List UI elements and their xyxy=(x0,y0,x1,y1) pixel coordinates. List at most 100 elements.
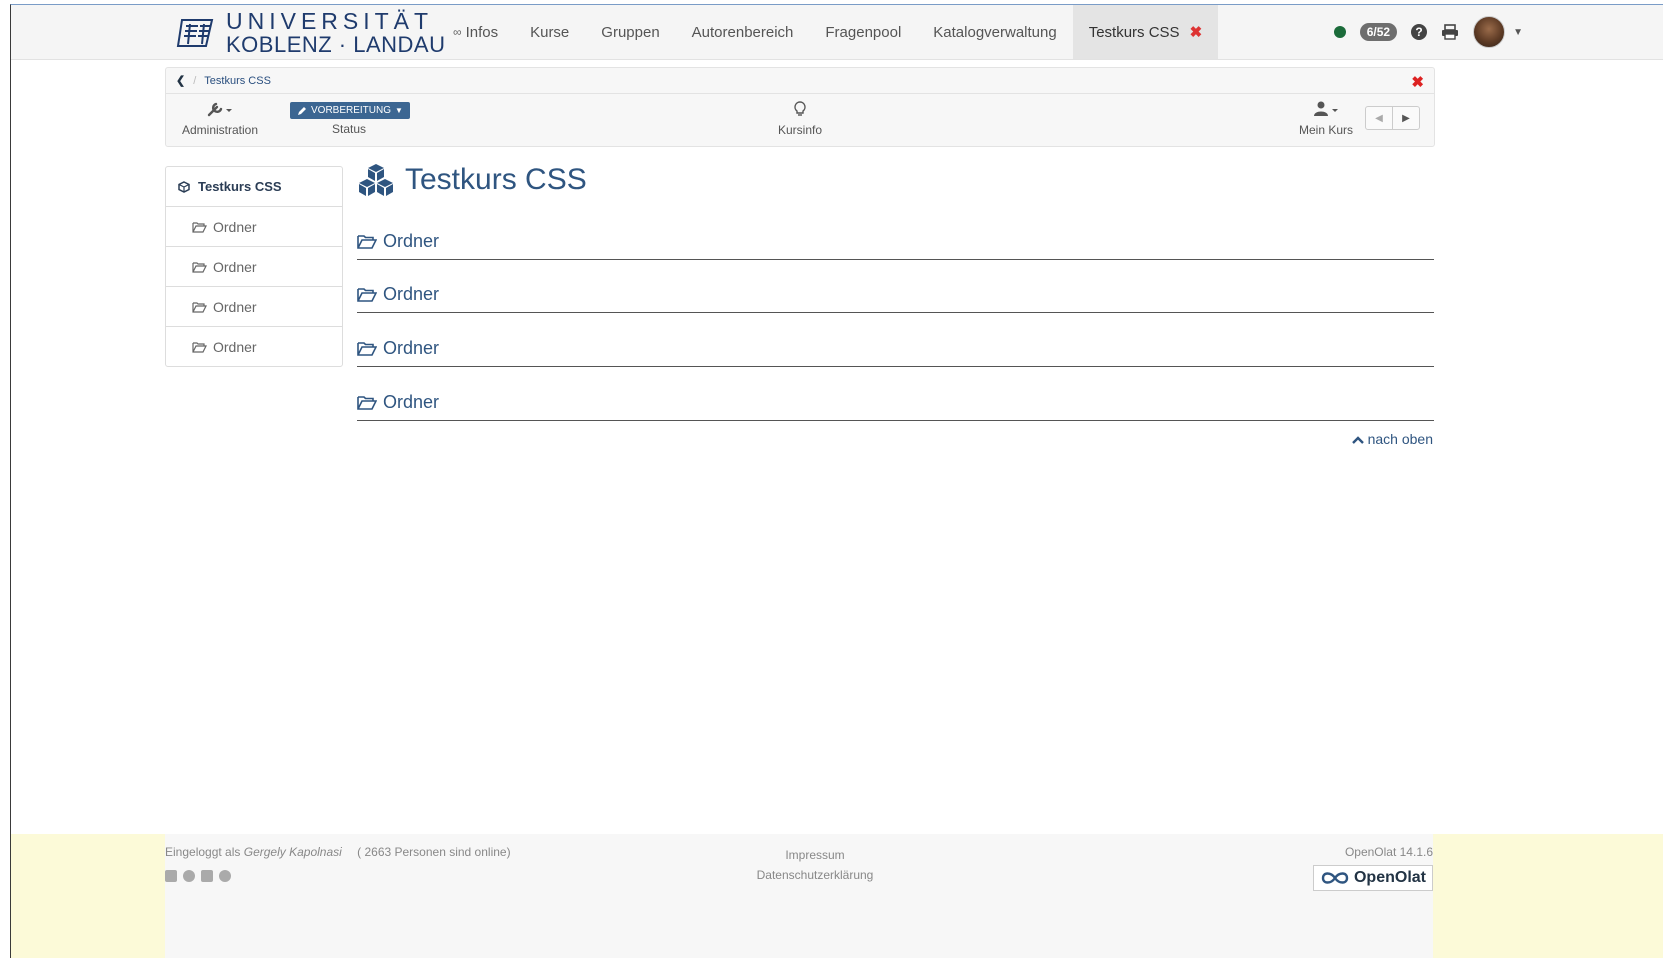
sidebar-item-label: Ordner xyxy=(213,218,257,235)
course-menu-sidebar: Testkurs CSS Ordner Ordner Ordner Ordner xyxy=(165,166,343,367)
next-arrow-icon[interactable]: ▶ xyxy=(1393,107,1419,129)
back-icon[interactable]: ❮ xyxy=(176,74,185,87)
nav-item-label: Gruppen xyxy=(601,23,660,41)
tab-testkurs-css[interactable]: Testkurs CSS ✖ xyxy=(1072,5,1219,59)
folder-link[interactable]: Ordner xyxy=(357,338,1434,367)
print-icon[interactable] xyxy=(1441,24,1459,40)
logo-line-1: UNIVERSITÄT xyxy=(226,8,434,34)
nav-item-label: Infos xyxy=(465,23,499,41)
status-button[interactable]: VORBEREITUNG ▼ xyxy=(290,102,410,119)
share-icon[interactable] xyxy=(165,870,177,882)
online-count[interactable]: ( 2663 Personen sind online) xyxy=(357,845,510,859)
sidebar-title: Testkurs CSS xyxy=(198,179,282,194)
folder-open-icon xyxy=(357,396,377,410)
logged-in-prefix: Eingeloggt als xyxy=(165,845,241,859)
breadcrumb-item[interactable]: Testkurs CSS xyxy=(204,75,271,87)
folder-label: Ordner xyxy=(383,284,440,304)
sidebar-item-label: Ordner xyxy=(213,258,257,275)
breadcrumb: ❮ / Testkurs CSS ✖ xyxy=(166,68,1434,94)
sidebar-item-ordner[interactable]: Ordner xyxy=(166,327,342,366)
nav-item-label: Autorenbereich xyxy=(691,23,794,41)
login-info: Eingeloggt als Gergely Kapolnasi ( 2663 … xyxy=(165,845,511,859)
browser-frame: UNIVERSITÄT KOBLENZ · LANDAU ∞ Infos Kur… xyxy=(10,4,1663,958)
folder-open-icon xyxy=(192,341,207,353)
footer-content: Eingeloggt als Gergely Kapolnasi ( 2663 … xyxy=(165,834,1433,958)
main-nav: ∞ Infos Kurse Gruppen Autorenbereich Fra… xyxy=(443,5,1219,59)
openolat-logo[interactable]: OpenOlat xyxy=(1312,865,1433,891)
link-icon[interactable] xyxy=(183,870,195,882)
footer: Eingeloggt als Gergely Kapolnasi ( 2663 … xyxy=(11,834,1663,958)
cubes-icon xyxy=(359,164,393,196)
logged-in-user: Gergely Kapolnasi xyxy=(243,845,342,859)
chevron-down-icon: ▼ xyxy=(1513,26,1523,38)
sidebar-item-ordner[interactable]: Ordner xyxy=(166,287,342,327)
footer-brand: OpenOlat 14.1.6 OpenOlat xyxy=(1312,845,1433,891)
folder-open-icon xyxy=(192,261,207,273)
folder-open-icon xyxy=(357,235,377,249)
sidebar-course-root[interactable]: Testkurs CSS xyxy=(166,167,342,207)
university-logo-icon xyxy=(176,19,214,47)
nav-item-autorenbereich[interactable]: Autorenbereich xyxy=(676,5,810,59)
avatar xyxy=(1473,16,1506,48)
user-menu[interactable]: ▼ xyxy=(1473,16,1523,48)
close-course-icon[interactable]: ✖ xyxy=(1411,73,1424,91)
privacy-link[interactable]: Datenschutzerklärung xyxy=(725,865,905,885)
folder-label: Ordner xyxy=(383,231,440,251)
status-menu[interactable]: VORBEREITUNG ▼ Status xyxy=(290,102,410,136)
footer-links: Impressum Datenschutzerklärung xyxy=(725,845,905,885)
status-label: Status xyxy=(331,122,367,136)
folder-link[interactable]: Ordner xyxy=(357,284,1434,313)
back-to-top-label: nach oben xyxy=(1367,431,1433,447)
version-text: OpenOlat 14.1.6 xyxy=(1344,845,1433,859)
mein-kurs-menu[interactable]: Mein Kurs xyxy=(1290,101,1362,137)
kursinfo-button[interactable]: Kursinfo xyxy=(758,101,842,137)
folder-link[interactable]: Ordner xyxy=(357,392,1434,421)
university-logo[interactable]: UNIVERSITÄT KOBLENZ · LANDAU xyxy=(176,8,446,56)
qr-code-icon[interactable] xyxy=(201,870,213,882)
folder-open-icon xyxy=(192,221,207,233)
infinity-logo-icon xyxy=(1321,872,1349,884)
sidebar-item-ordner[interactable]: Ordner xyxy=(166,207,342,247)
mein-kurs-label: Mein Kurs xyxy=(1298,123,1354,137)
folder-open-icon xyxy=(357,288,377,302)
nav-item-katalogverwaltung[interactable]: Katalogverwaltung xyxy=(917,5,1072,59)
pencil-icon xyxy=(298,106,306,115)
nav-item-label: Katalogverwaltung xyxy=(933,23,1057,41)
chevron-up-icon xyxy=(1351,435,1364,444)
settings-icon[interactable] xyxy=(219,870,231,882)
nav-item-infos[interactable]: ∞ Infos xyxy=(443,5,514,59)
wrench-icon xyxy=(207,102,232,117)
course-toolbar: ❮ / Testkurs CSS ✖ Administration VORBER… xyxy=(165,67,1435,147)
user-icon xyxy=(1314,101,1338,116)
openolat-brand: OpenOlat xyxy=(1353,869,1426,886)
nav-right-tools: 6/52 ? ▼ xyxy=(1333,5,1523,59)
folder-label: Ordner xyxy=(383,338,440,358)
nav-item-gruppen[interactable]: Gruppen xyxy=(585,5,675,59)
administration-label: Administration xyxy=(181,123,259,137)
nav-item-kurse[interactable]: Kurse xyxy=(514,5,585,59)
top-navbar: UNIVERSITÄT KOBLENZ · LANDAU ∞ Infos Kur… xyxy=(11,5,1663,60)
folder-link[interactable]: Ordner xyxy=(357,231,1434,260)
sidebar-item-ordner[interactable]: Ordner xyxy=(166,247,342,287)
administration-menu[interactable]: Administration xyxy=(180,101,260,137)
sidebar-item-label: Ordner xyxy=(213,298,257,315)
cube-icon xyxy=(178,180,190,193)
close-tab-icon[interactable]: ✖ xyxy=(1190,23,1203,41)
help-icon[interactable]: ? xyxy=(1411,24,1428,40)
sidebar-item-label: Ordner xyxy=(213,338,257,355)
nav-item-fragenpool[interactable]: Fragenpool xyxy=(809,5,917,59)
online-status-icon[interactable] xyxy=(1333,26,1346,38)
folder-open-icon xyxy=(192,301,207,313)
infinity-icon: ∞ xyxy=(453,25,462,39)
status-button-label: VORBEREITUNG xyxy=(311,105,392,116)
nav-item-label: Kurse xyxy=(530,23,570,41)
impressum-link[interactable]: Impressum xyxy=(725,845,905,865)
previous-arrow-icon[interactable]: ◀ xyxy=(1366,107,1393,129)
online-users-badge[interactable]: 6/52 xyxy=(1359,23,1398,41)
back-to-top-link[interactable]: nach oben xyxy=(1351,431,1433,447)
breadcrumb-separator: / xyxy=(193,74,197,87)
folder-label: Ordner xyxy=(383,392,440,412)
page-title: Testkurs CSS xyxy=(357,163,587,197)
tab-label: Testkurs CSS xyxy=(1088,23,1180,41)
nav-item-label: Fragenpool xyxy=(825,23,902,41)
